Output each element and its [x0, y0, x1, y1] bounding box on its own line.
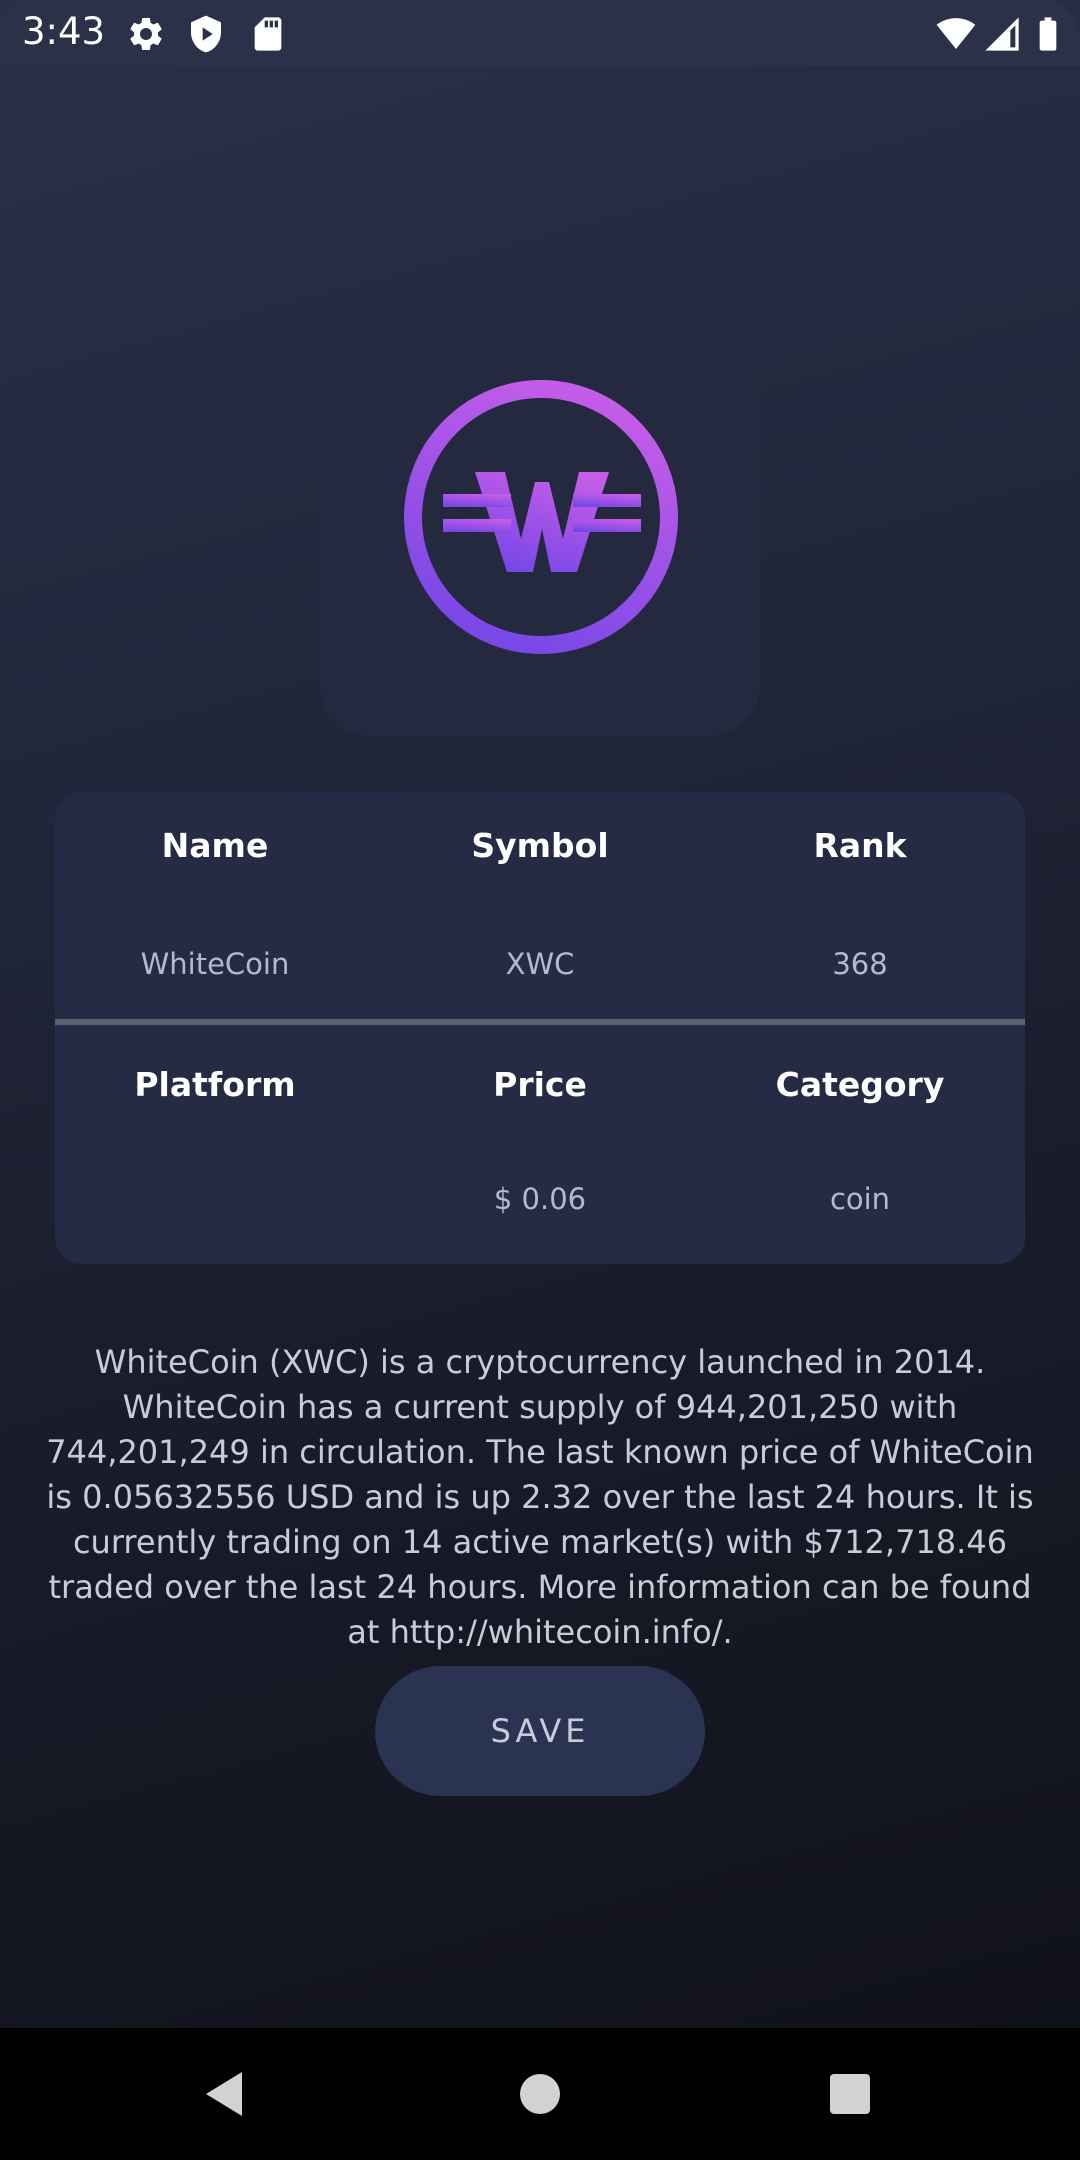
- status-bar: 3:43: [0, 0, 1080, 66]
- back-icon[interactable]: [196, 2064, 256, 2124]
- table-row-divider: [55, 1019, 1025, 1025]
- sd-card-icon: [254, 17, 282, 51]
- price-header: Price: [493, 1065, 587, 1104]
- name-value: WhiteCoin: [140, 947, 290, 981]
- price-value: $ 0.06: [493, 1182, 587, 1216]
- symbol-value: XWC: [505, 947, 575, 981]
- recents-icon[interactable]: [820, 2064, 880, 2124]
- name-header: Name: [161, 826, 269, 865]
- coin-info-table: Name Symbol Rank WhiteCoin XWC 368 Platf…: [55, 792, 1025, 1264]
- save-button[interactable]: SAVE: [375, 1666, 705, 1796]
- home-icon[interactable]: [510, 2064, 570, 2124]
- shield-icon: [191, 15, 221, 53]
- platform-header: Platform: [134, 1065, 296, 1104]
- signal-icon: [985, 17, 1019, 51]
- category-header: Category: [775, 1065, 945, 1104]
- status-time: 3:43: [22, 10, 106, 53]
- gear-icon: [130, 17, 162, 50]
- wifi-icon: [936, 18, 976, 49]
- coin-logo-card: [320, 296, 760, 736]
- navigation-bar: [0, 2028, 1080, 2160]
- symbol-header: Symbol: [471, 826, 609, 865]
- coin-description: WhiteCoin (XWC) is a cryptocurrency laun…: [46, 1343, 1034, 1651]
- whitecoin-logo-icon: [404, 380, 678, 654]
- rank-value: 368: [832, 947, 888, 981]
- category-value: coin: [829, 1182, 891, 1216]
- rank-header: Rank: [813, 826, 907, 865]
- battery-icon: [1039, 17, 1057, 51]
